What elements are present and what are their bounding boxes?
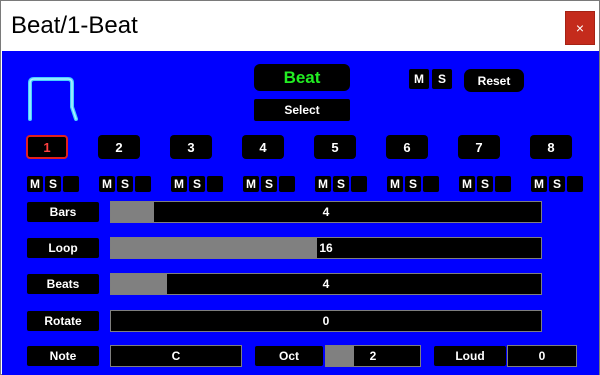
track-4-mute-button[interactable]: M	[243, 176, 259, 192]
track-2-mute-button[interactable]: M	[99, 176, 115, 192]
track-7-toggle[interactable]	[495, 176, 511, 192]
track-button-5[interactable]: 5	[314, 135, 356, 159]
beats-value: 4	[322, 277, 330, 291]
track-1-solo-button[interactable]: S	[45, 176, 61, 192]
note-value-field[interactable]: C	[110, 345, 242, 367]
beat-title: Beat	[254, 64, 350, 91]
window-title: Beat/1-Beat	[11, 12, 138, 39]
track-7-solo-button[interactable]: S	[477, 176, 493, 192]
track-button-6[interactable]: 6	[386, 135, 428, 159]
oct-slider[interactable]: 2	[325, 345, 421, 367]
track-button-2[interactable]: 2	[98, 135, 140, 159]
track-3-mute-button[interactable]: M	[171, 176, 187, 192]
track-6-mute-button[interactable]: M	[387, 176, 403, 192]
beats-label: Beats	[27, 274, 99, 294]
track-4-toggle[interactable]	[279, 176, 295, 192]
magnet-icon	[28, 77, 78, 121]
beat-panel: Beat Select M S Reset 1 2 3 4 5 6 7 8 M …	[2, 51, 599, 375]
loop-slider[interactable]: 16	[110, 237, 542, 259]
track-3-toggle[interactable]	[207, 176, 223, 192]
close-button[interactable]: ×	[565, 11, 595, 45]
track-1-toggle[interactable]	[63, 176, 79, 192]
track-button-3[interactable]: 3	[170, 135, 212, 159]
track-3-solo-button[interactable]: S	[189, 176, 205, 192]
track-5-toggle[interactable]	[351, 176, 367, 192]
solo-button[interactable]: S	[432, 69, 452, 89]
bars-value: 4	[322, 205, 330, 219]
bars-slider[interactable]: 4	[110, 201, 542, 223]
app-window: Beat/1-Beat × Beat Select M S Reset 1 2 …	[0, 0, 600, 375]
track-7-mute-button[interactable]: M	[459, 176, 475, 192]
track-2-toggle[interactable]	[135, 176, 151, 192]
rotate-value: 0	[322, 314, 330, 328]
rotate-slider[interactable]: 0	[110, 310, 542, 332]
loud-value-field[interactable]: 0	[507, 345, 577, 367]
track-8-toggle[interactable]	[567, 176, 583, 192]
track-2-solo-button[interactable]: S	[117, 176, 133, 192]
track-button-1[interactable]: 1	[26, 135, 68, 159]
track-5-solo-button[interactable]: S	[333, 176, 349, 192]
track-button-7[interactable]: 7	[458, 135, 500, 159]
beats-slider[interactable]: 4	[110, 273, 542, 295]
loop-value: 16	[319, 241, 333, 255]
note-label: Note	[27, 346, 99, 366]
track-8-mute-button[interactable]: M	[531, 176, 547, 192]
loop-label: Loop	[27, 238, 99, 258]
track-5-mute-button[interactable]: M	[315, 176, 331, 192]
oct-label: Oct	[255, 346, 323, 366]
track-4-solo-button[interactable]: S	[261, 176, 277, 192]
track-6-toggle[interactable]	[423, 176, 439, 192]
select-button[interactable]: Select	[254, 99, 350, 121]
reset-button[interactable]: Reset	[464, 69, 524, 92]
rotate-label: Rotate	[27, 311, 99, 331]
oct-value: 2	[369, 349, 377, 363]
title-bar: Beat/1-Beat ×	[1, 1, 599, 51]
track-button-8[interactable]: 8	[530, 135, 572, 159]
track-button-4[interactable]: 4	[242, 135, 284, 159]
mute-button[interactable]: M	[409, 69, 429, 89]
bars-label: Bars	[27, 202, 99, 222]
track-8-solo-button[interactable]: S	[549, 176, 565, 192]
loud-label: Loud	[434, 346, 506, 366]
track-1-mute-button[interactable]: M	[27, 176, 43, 192]
track-6-solo-button[interactable]: S	[405, 176, 421, 192]
